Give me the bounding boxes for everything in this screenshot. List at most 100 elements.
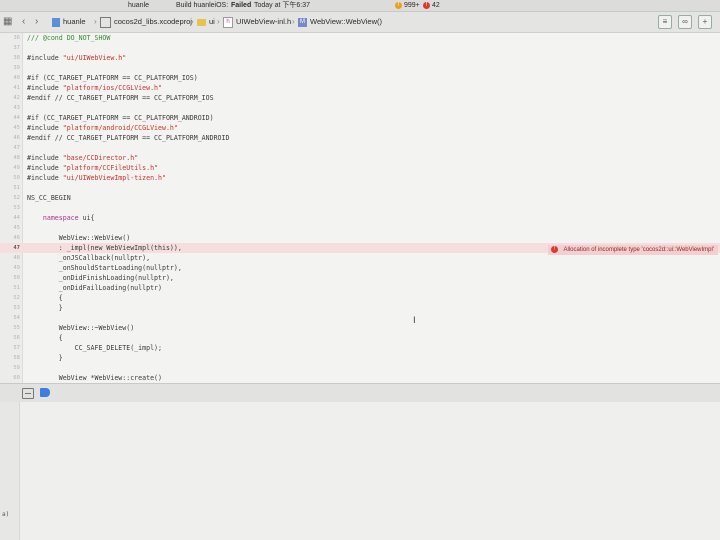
add-editor-icon[interactable]: +: [698, 15, 712, 29]
line-number: 58: [13, 355, 20, 361]
code-line[interactable]: 41 #include "platform/ios/CCGLView.h": [0, 83, 720, 93]
string-literal: "ui/UIWebView.h": [62, 54, 127, 62]
code-line[interactable]: 60 WebView *WebView::create(): [0, 373, 720, 383]
breadcrumb-separator: ›: [94, 17, 97, 26]
line-number: 45: [13, 225, 20, 231]
warning-count[interactable]: 999+: [404, 0, 420, 11]
line-number: 44: [13, 115, 20, 121]
jump-bar: ▦ ‹ › huanle › cocos2d_libs.xcodeproj › …: [0, 12, 720, 33]
line-number: 39: [13, 65, 20, 71]
scheme-name: huanle: [128, 2, 150, 9]
lines-icon[interactable]: ≡: [658, 15, 672, 29]
breadcrumb-separator: ›: [191, 17, 194, 26]
line-number: 43: [13, 105, 20, 111]
breadcrumb-file[interactable]: h UIWebView-inl.h: [223, 12, 291, 32]
code-line[interactable]: 44 #if (CC_TARGET_PLATFORM == CC_PLATFORM…: [0, 113, 720, 123]
code-line[interactable]: 48 #include "base/CCDirector.h": [0, 153, 720, 163]
code-line[interactable]: 45: [0, 223, 720, 233]
error-message: Allocation of incomplete type 'cocos2d::…: [563, 247, 714, 253]
breadcrumb-separator: ›: [292, 17, 295, 26]
code-line[interactable]: 38 #include "ui/UIWebView.h": [0, 53, 720, 63]
line-number: 47: [13, 245, 20, 251]
code-line[interactable]: 59: [0, 363, 720, 373]
code-text: #if (CC_TARGET_PLATFORM == CC_PLATFORM_I…: [27, 74, 198, 82]
line-number: 57: [13, 345, 20, 351]
link-icon[interactable]: ∞: [678, 15, 692, 29]
string-literal: "base/CCDirector.h": [62, 154, 139, 162]
code-line[interactable]: 55 WebView::~WebView(): [0, 323, 720, 333]
line-number: 59: [13, 365, 20, 371]
code-line[interactable]: 58 }: [0, 353, 720, 363]
string-literal: "platform/ios/CCGLView.h": [62, 84, 162, 92]
code-line[interactable]: 53 }: [0, 303, 720, 313]
string-literal: "ui/UIWebViewImpl-tizen.h": [62, 174, 166, 182]
build-result: Failed: [231, 2, 252, 9]
forward-button[interactable]: ›: [35, 12, 38, 32]
code-text: NS_CC_BEGIN: [27, 194, 71, 202]
code-line[interactable]: 53: [0, 203, 720, 213]
code-line[interactable]: 49 _onShouldStartLoading(nullptr),: [0, 263, 720, 273]
code-line[interactable]: 51: [0, 183, 720, 193]
activity-status-bar: huanle Build huanleiOS: Failed Today at …: [0, 0, 720, 12]
variables-view[interactable]: [0, 402, 20, 540]
code-line[interactable]: 46 #endif // CC_TARGET_PLATFORM == CC_PLA…: [0, 133, 720, 143]
code-text: CC_SAFE_DELETE(_impl);: [27, 344, 162, 352]
code-text: #include "platform/android/CCGLView.h": [27, 124, 178, 132]
line-number: 44: [13, 215, 20, 221]
breadcrumb-project[interactable]: huanle: [52, 12, 86, 32]
code-text: WebView *WebView::create(): [27, 374, 162, 382]
code-line[interactable]: 37: [0, 43, 720, 53]
line-number: 47: [13, 145, 20, 151]
code-line[interactable]: 52 NS_CC_BEGIN: [0, 193, 720, 203]
breadcrumb-xcodeproj[interactable]: cocos2d_libs.xcodeproj: [100, 12, 192, 32]
build-time: Today at 下午6:37: [254, 2, 311, 9]
code-line[interactable]: 46 WebView::WebView(): [0, 233, 720, 243]
warning-icon[interactable]: !: [395, 2, 402, 9]
line-number: 46: [13, 135, 20, 141]
code-line[interactable]: 39: [0, 63, 720, 73]
line-number: 51: [13, 285, 20, 291]
build-label: Build huanleiOS:: [176, 2, 229, 9]
hide-debug-area-button[interactable]: [22, 388, 34, 399]
code-line[interactable]: 52 {: [0, 293, 720, 303]
error-icon: !: [551, 245, 559, 253]
breadcrumb-folder[interactable]: ui: [197, 12, 215, 32]
code-line[interactable]: 57 CC_SAFE_DELETE(_impl);: [0, 343, 720, 353]
code-line[interactable]: 44 namespace ui{: [0, 213, 720, 223]
code-line[interactable]: 51 _onDidFailLoading(nullptr): [0, 283, 720, 293]
breadcrumb-symbol[interactable]: M WebView::WebView(): [298, 12, 382, 32]
line-number: 60: [13, 375, 20, 381]
line-number: 53: [13, 205, 20, 211]
code-line[interactable]: 45 #include "platform/android/CCGLView.h": [0, 123, 720, 133]
code-text: _onJSCallback(nullptr),: [27, 254, 151, 262]
code-line[interactable]: 54: [0, 313, 720, 323]
line-number: 49: [13, 165, 20, 171]
related-items-icon[interactable]: ▦: [3, 12, 12, 32]
code-text: /// @cond DO_NOT_SHOW: [27, 34, 111, 42]
error-icon[interactable]: !: [423, 2, 430, 9]
code-text: #endif // CC_TARGET_PLATFORM == CC_PLATF…: [27, 134, 230, 142]
code-text: }: [27, 304, 63, 312]
line-number: 40: [13, 75, 20, 81]
code-line[interactable]: 43: [0, 103, 720, 113]
console-area[interactable]: a): [0, 402, 720, 540]
error-annotation[interactable]: ! Allocation of incomplete type 'cocos2d…: [548, 245, 718, 255]
code-line[interactable]: 42 #endif // CC_TARGET_PLATFORM == CC_PLA…: [0, 93, 720, 103]
code-text: WebView::~WebView(): [27, 324, 135, 332]
code-line[interactable]: 36 /// @cond DO_NOT_SHOW: [0, 33, 720, 43]
back-button[interactable]: ‹: [22, 12, 25, 32]
xcodeproj-icon: [100, 16, 111, 28]
code-line[interactable]: 56 {: [0, 333, 720, 343]
code-line[interactable]: 47: [0, 143, 720, 153]
source-editor[interactable]: 36 /// @cond DO_NOT_SHOW 37 38 #include "ui/…: [0, 33, 720, 383]
code-line[interactable]: 50 _onDidFinishLoading(nullptr),: [0, 273, 720, 283]
line-number: 48: [13, 255, 20, 261]
code-line[interactable]: 50 #include "ui/UIWebViewImpl-tizen.h": [0, 173, 720, 183]
code-line[interactable]: 49 #include "platform/CCFileUtils.h": [0, 163, 720, 173]
string-literal: "platform/CCFileUtils.h": [62, 164, 159, 172]
error-count[interactable]: 42: [432, 0, 440, 11]
code-line[interactable]: 40 #if (CC_TARGET_PLATFORM == CC_PLATFORM…: [0, 73, 720, 83]
breakpoints-toggle-button[interactable]: [40, 388, 50, 397]
line-number: 41: [13, 85, 20, 91]
keyword: namespace: [42, 214, 79, 222]
